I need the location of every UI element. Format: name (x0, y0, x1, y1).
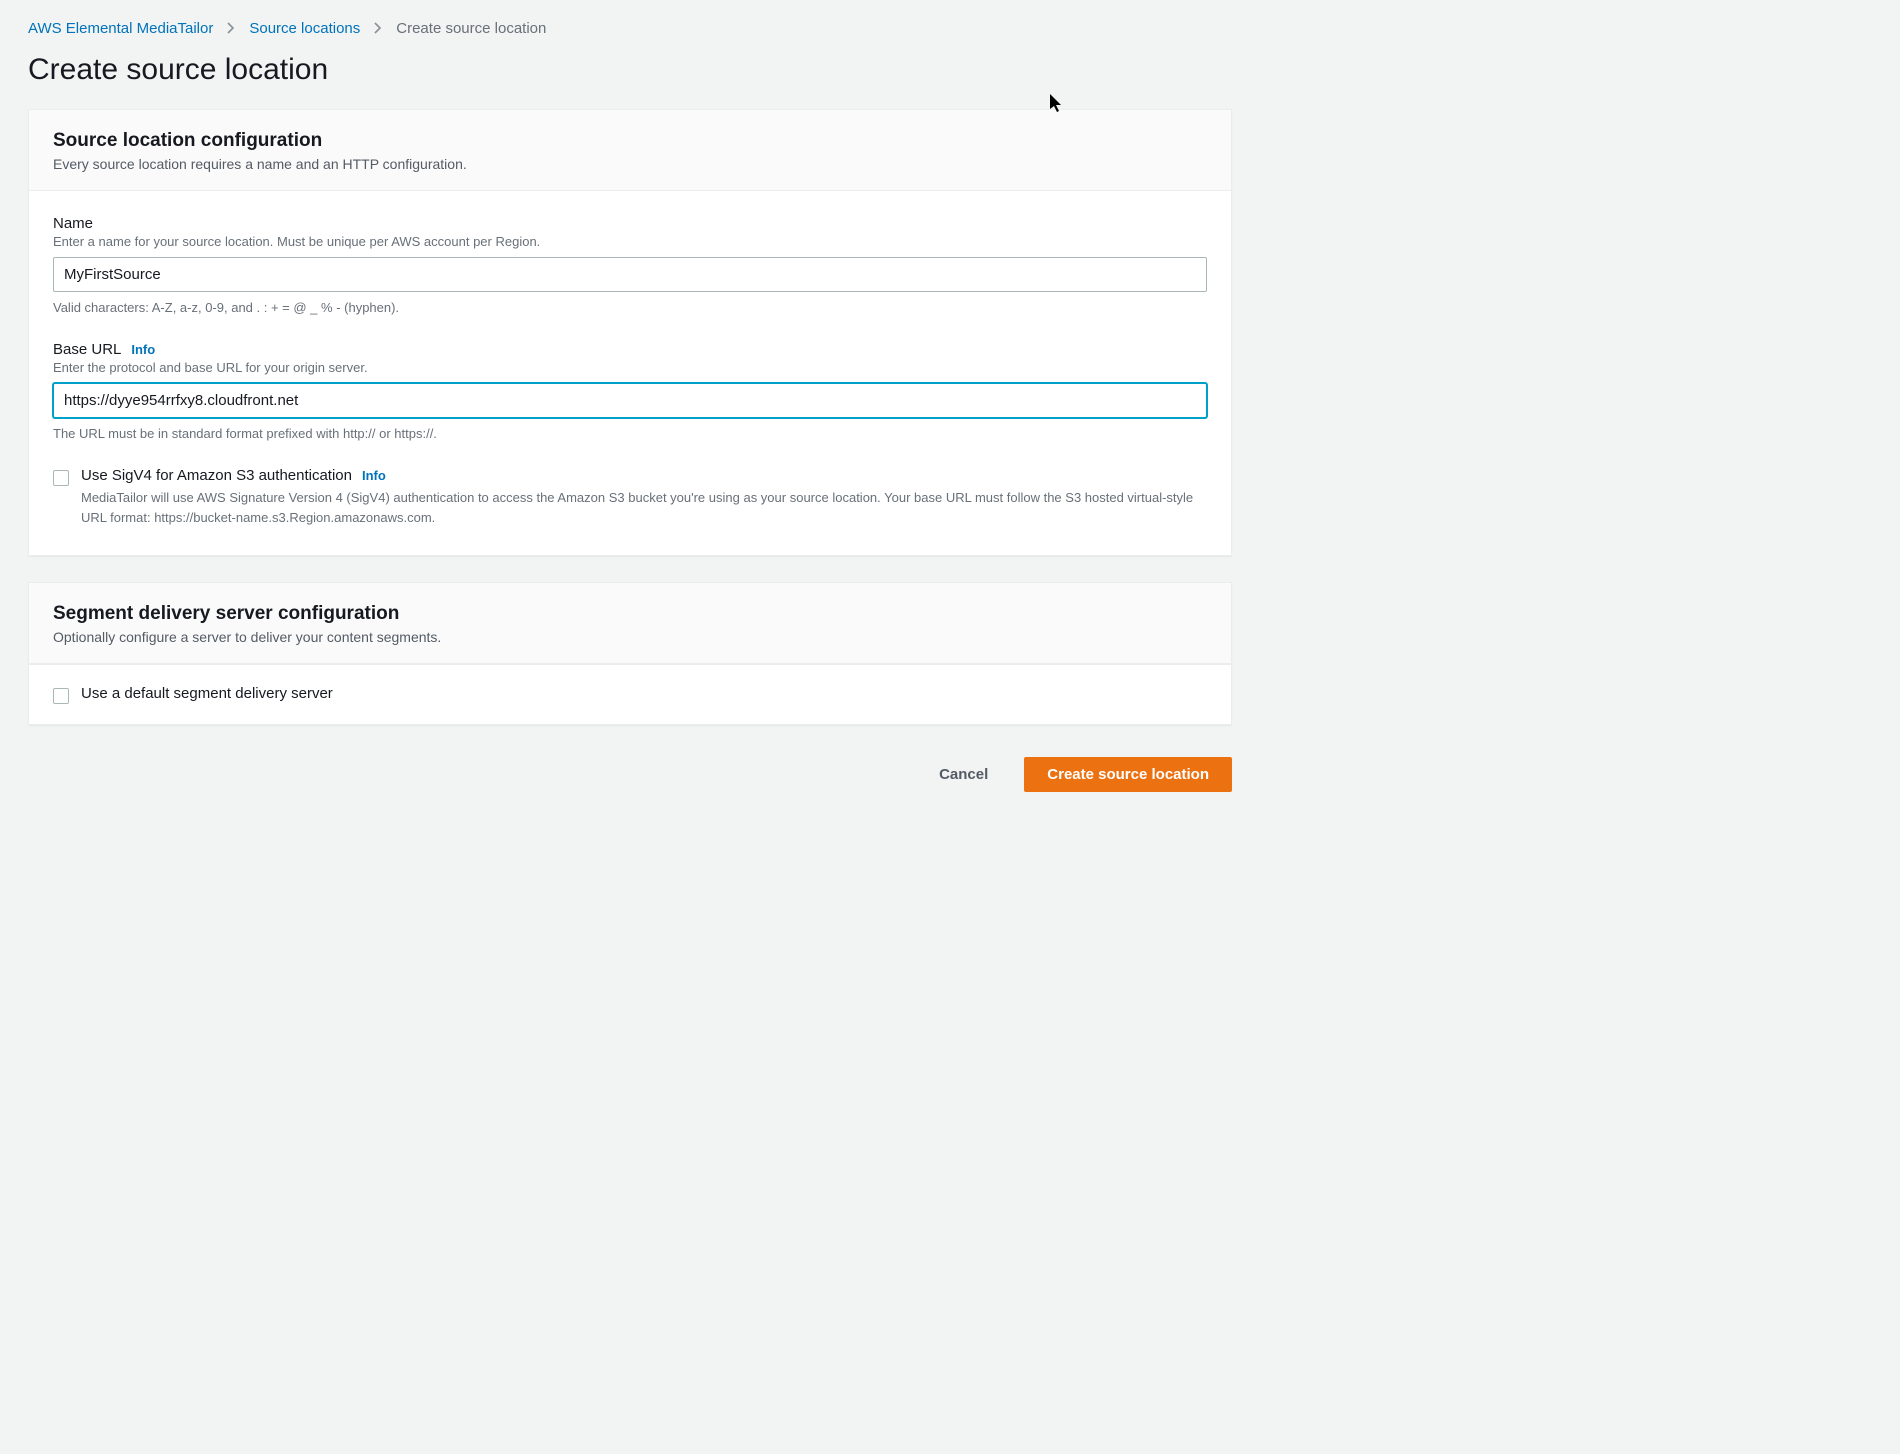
default-server-label: Use a default segment delivery server (81, 685, 333, 702)
create-source-location-button[interactable]: Create source location (1024, 757, 1232, 792)
name-hint: Valid characters: A-Z, a-z, 0-9, and . :… (53, 300, 1207, 315)
cancel-button[interactable]: Cancel (917, 758, 1010, 791)
baseurl-label: Base URL (53, 341, 121, 358)
sigv4-label: Use SigV4 for Amazon S3 authentication (81, 467, 352, 484)
source-location-config-panel: Source location configuration Every sour… (28, 109, 1232, 556)
sigv4-checkbox[interactable] (53, 470, 69, 486)
baseurl-help: Enter the protocol and base URL for your… (53, 360, 1207, 375)
panel-description: Optionally configure a server to deliver… (53, 629, 1207, 645)
chevron-right-icon (227, 21, 235, 37)
breadcrumb-root-link[interactable]: AWS Elemental MediaTailor (28, 20, 213, 37)
sigv4-field: Use SigV4 for Amazon S3 authentication I… (53, 467, 1207, 527)
segment-delivery-panel: Segment delivery server configuration Op… (28, 582, 1232, 725)
baseurl-input[interactable] (53, 383, 1207, 418)
breadcrumb-parent-link[interactable]: Source locations (249, 20, 360, 37)
panel-description: Every source location requires a name an… (53, 156, 1207, 172)
baseurl-hint: The URL must be in standard format prefi… (53, 426, 1207, 441)
breadcrumb-current: Create source location (396, 20, 546, 37)
panel-title: Segment delivery server configuration (53, 603, 1207, 625)
default-server-checkbox[interactable] (53, 688, 69, 704)
name-help: Enter a name for your source location. M… (53, 234, 1207, 249)
chevron-right-icon (374, 21, 382, 37)
sigv4-info-link[interactable]: Info (362, 468, 386, 483)
baseurl-info-link[interactable]: Info (131, 342, 155, 357)
name-field: Name Enter a name for your source locati… (53, 215, 1207, 315)
breadcrumb: AWS Elemental MediaTailor Source locatio… (28, 20, 1232, 37)
footer-actions: Cancel Create source location (28, 751, 1232, 792)
baseurl-field: Base URL Info Enter the protocol and bas… (53, 341, 1207, 441)
panel-header: Source location configuration Every sour… (29, 110, 1231, 191)
page-title: Create source location (28, 53, 1232, 87)
panel-header: Segment delivery server configuration Op… (29, 583, 1231, 664)
sigv4-description: MediaTailor will use AWS Signature Versi… (81, 488, 1207, 527)
name-input[interactable] (53, 257, 1207, 292)
name-label: Name (53, 215, 1207, 232)
default-server-field: Use a default segment delivery server (53, 685, 1207, 704)
panel-title: Source location configuration (53, 130, 1207, 152)
